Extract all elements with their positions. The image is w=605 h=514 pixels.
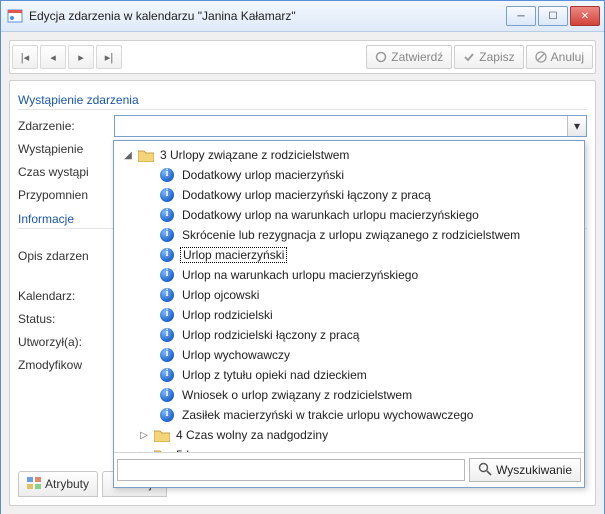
grid-icon <box>27 477 41 492</box>
tree-leaf[interactable]: Zasiłek macierzyński w trakcie urlopu wy… <box>116 405 582 425</box>
label-event: Zdarzenie: <box>18 119 114 133</box>
minimize-button[interactable]: ─ <box>506 6 536 26</box>
label-reminder: Przypomnien <box>18 188 114 202</box>
save-label: Zapisz <box>479 50 514 64</box>
nav-next-button[interactable]: ▸ <box>68 45 94 69</box>
label-time: Czas wystąpi <box>18 165 114 179</box>
label-occurrence: Wystąpienie <box>18 142 114 156</box>
titlebar: Edycja zdarzenia w kalendarzu "Janina Ka… <box>1 1 604 32</box>
folder4-label: 4 Czas wolny za nadgodziny <box>174 428 330 442</box>
tree-leaf[interactable]: Urlop na warunkach urlopu macierzyńskieg… <box>116 265 582 285</box>
nav-prev-button[interactable]: ◂ <box>40 45 66 69</box>
close-button[interactable]: ✕ <box>570 6 600 26</box>
app-icon <box>7 8 23 24</box>
info-icon <box>160 388 174 402</box>
tree-leaf[interactable]: Dodatkowy urlop macierzyński łączony z p… <box>116 185 582 205</box>
circle-icon <box>375 51 387 63</box>
info-icon <box>160 208 174 222</box>
tree-leaf-label: Urlop z tytułu opieki nad dzieckiem <box>180 368 369 382</box>
tree-leaf[interactable]: Urlop wychowawczy <box>116 345 582 365</box>
toolbar: |◂ ◂ ▸ ▸| Zatwierdź Zapisz Anuluj <box>9 40 596 74</box>
search-label: Wyszukiwanie <box>496 463 572 477</box>
tree-view[interactable]: ◢ 3 Urlopy związane z rodzicielstwem Dod… <box>114 141 584 452</box>
info-icon <box>160 308 174 322</box>
tree-leaf-label: Zasiłek macierzyński w trakcie urlopu wy… <box>180 408 475 422</box>
tree-leaf[interactable]: Urlop rodzicielski łączony z pracą <box>116 325 582 345</box>
label-created: Utworzył(a): <box>18 335 114 349</box>
tree-leaf[interactable]: Urlop macierzyński <box>116 245 582 265</box>
tree-leaf[interactable]: Dodatkowy urlop na warunkach urlopu maci… <box>116 205 582 225</box>
search-input[interactable] <box>117 459 465 481</box>
folder-icon <box>154 429 170 442</box>
cancel-label: Anuluj <box>551 50 584 64</box>
info-icon <box>160 188 174 202</box>
label-modified: Zmodyfikow <box>18 358 114 372</box>
tree-leaf-label: Urlop macierzyński <box>180 247 287 263</box>
window-buttons: ─ ☐ ✕ <box>504 6 600 26</box>
label-calendar: Kalendarz: <box>18 289 114 303</box>
info-icon <box>160 268 174 282</box>
tree-leaf[interactable]: Urlop ojcowski <box>116 285 582 305</box>
cancel-icon <box>535 51 547 63</box>
info-icon <box>160 248 174 262</box>
folder-icon <box>138 149 154 162</box>
tree-leaf-label: Dodatkowy urlop macierzyński <box>180 168 346 182</box>
tree-leaf[interactable]: Skrócenie lub rezygnacja z urlopu związa… <box>116 225 582 245</box>
check-icon <box>463 51 475 63</box>
window: Edycja zdarzenia w kalendarzu "Janina Ka… <box>0 0 605 514</box>
nav-last-button[interactable]: ▸| <box>96 45 122 69</box>
tree-leaf-label: Urlop rodzicielski <box>180 308 275 322</box>
tree-leaf-label: Wniosek o urlop związany z rodzicielstwe… <box>180 388 414 402</box>
tree-leaf-label: Dodatkowy urlop macierzyński łączony z p… <box>180 188 433 202</box>
info-icon <box>160 368 174 382</box>
tree-leaf-label: Urlop na warunkach urlopu macierzyńskieg… <box>180 268 420 282</box>
event-dropdown-popup: ◢ 3 Urlopy związane z rodzicielstwem Dod… <box>113 140 585 488</box>
info-icon <box>160 168 174 182</box>
tree-leaf-label: Dodatkowy urlop na warunkach urlopu maci… <box>180 208 481 222</box>
tab-attributes[interactable]: Atrybuty <box>18 471 98 497</box>
info-icon <box>160 348 174 362</box>
window-title: Edycja zdarzenia w kalendarzu "Janina Ka… <box>29 9 504 23</box>
info-icon <box>160 228 174 242</box>
confirm-button[interactable]: Zatwierdź <box>366 45 452 69</box>
tree-leaf-label: Urlop rodzicielski łączony z pracą <box>180 328 361 342</box>
tree-leaf[interactable]: Wniosek o urlop związany z rodzicielstwe… <box>116 385 582 405</box>
tree-leaf-label: Skrócenie lub rezygnacja z urlopu związa… <box>180 228 522 242</box>
tree-leaf[interactable]: Urlop rodzicielski <box>116 305 582 325</box>
section-occurrence: Wystąpienie zdarzenia <box>18 89 587 110</box>
label-desc: Opis zdarzen <box>18 249 114 263</box>
tree-leaf-label: Urlop wychowawczy <box>180 348 292 362</box>
confirm-label: Zatwierdź <box>391 50 443 64</box>
save-button[interactable]: Zapisz <box>454 45 523 69</box>
folder3-label: 3 Urlopy związane z rodzicielstwem <box>158 148 351 162</box>
tree-folder-5[interactable]: ▷ 5 Inne <box>116 445 582 452</box>
expand-icon[interactable]: ▷ <box>138 430 150 441</box>
tree-folder-4[interactable]: ▷ 4 Czas wolny za nadgodziny <box>116 425 582 445</box>
tree-leaf[interactable]: Urlop z tytułu opieki nad dzieckiem <box>116 365 582 385</box>
tree-leaf-label: Urlop ojcowski <box>180 288 261 302</box>
event-combo[interactable]: ▾ <box>114 115 587 137</box>
tree-folder-3[interactable]: ◢ 3 Urlopy związane z rodzicielstwem <box>116 145 582 165</box>
content-area: |◂ ◂ ▸ ▸| Zatwierdź Zapisz Anuluj Wystąp… <box>1 32 604 514</box>
search-bar: Wyszukiwanie <box>114 452 584 487</box>
search-button[interactable]: Wyszukiwanie <box>469 458 581 482</box>
collapse-icon[interactable]: ◢ <box>122 150 134 161</box>
label-status: Status: <box>18 312 114 326</box>
maximize-button[interactable]: ☐ <box>538 6 568 26</box>
magnifier-icon <box>478 462 492 479</box>
cancel-button[interactable]: Anuluj <box>526 45 593 69</box>
tree-leaf[interactable]: Dodatkowy urlop macierzyński <box>116 165 582 185</box>
chevron-down-icon[interactable]: ▾ <box>567 116 586 136</box>
tab-attributes-label: Atrybuty <box>45 477 89 491</box>
nav-first-button[interactable]: |◂ <box>12 45 38 69</box>
info-icon <box>160 288 174 302</box>
info-icon <box>160 408 174 422</box>
info-icon <box>160 328 174 342</box>
